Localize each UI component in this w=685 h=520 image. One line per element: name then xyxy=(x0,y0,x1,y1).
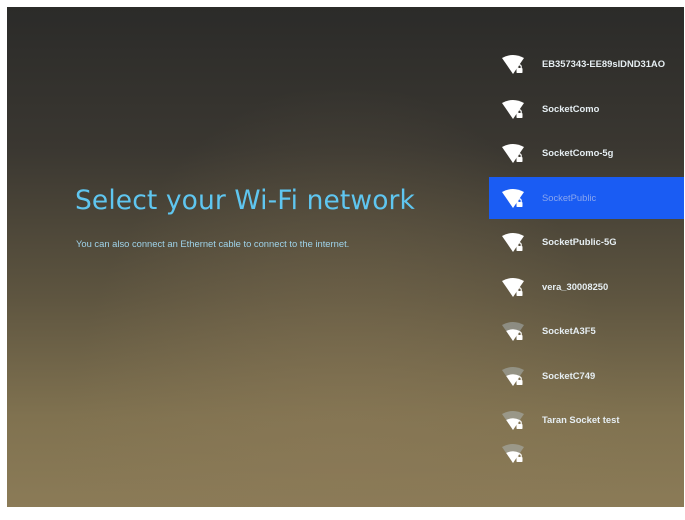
wifi-network-item[interactable]: vera_30008250 xyxy=(489,266,684,308)
wifi-weak-lock-icon xyxy=(501,443,525,464)
wifi-network-name: vera_30008250 xyxy=(542,280,609,292)
wifi-lock-icon xyxy=(501,144,525,164)
wifi-network-name: Taran Socket test xyxy=(542,414,620,425)
wifi-network-name: SocketA3F5 xyxy=(542,325,596,336)
wifi-network-item[interactable]: EB357343-EE89slDND31AO xyxy=(489,43,684,85)
wifi-network-name: SocketPublic xyxy=(542,191,597,203)
wifi-network-item[interactable]: Taran Socket test xyxy=(489,399,684,441)
tv-screen: Select your Wi-Fi network You can also c… xyxy=(7,7,684,507)
wifi-network-item[interactable]: SocketC749 xyxy=(489,355,684,397)
wifi-weak-lock-icon xyxy=(501,366,525,387)
partial-wifi-network-item[interactable] xyxy=(489,443,684,486)
wifi-network-name: SocketC749 xyxy=(542,369,596,381)
wifi-weak-lock-icon xyxy=(501,411,525,431)
wifi-lock-icon xyxy=(501,233,525,253)
wifi-network-item[interactable]: SocketA3F5 xyxy=(489,310,684,352)
wifi-network-item[interactable]: SocketPublic-5G xyxy=(489,221,684,263)
wifi-lock-icon xyxy=(501,99,525,120)
wifi-network-name: SocketComo-5g xyxy=(542,147,614,158)
wifi-lock-icon xyxy=(501,277,525,298)
wifi-network-name: SocketPublic-5G xyxy=(542,236,617,247)
wifi-network-item[interactable]: SocketPublic xyxy=(489,176,684,219)
wifi-lock-icon xyxy=(501,188,525,209)
wifi-network-item[interactable]: SocketComo-5g xyxy=(489,132,684,174)
wifi-network-item[interactable]: SocketComo xyxy=(489,88,684,130)
wifi-weak-lock-icon xyxy=(501,322,525,342)
wifi-network-name: EB357343-EE89slDND31AO xyxy=(542,58,665,69)
page-subtitle: You can also connect an Ethernet cable t… xyxy=(76,238,350,249)
wifi-network-name: SocketComo xyxy=(542,102,600,114)
wifi-lock-icon xyxy=(501,55,525,75)
wifi-network-list[interactable]: EB357343-EE89slDND31AO SocketComo SocketCo… xyxy=(489,42,684,488)
page-title: Select your Wi-Fi network xyxy=(75,185,415,216)
